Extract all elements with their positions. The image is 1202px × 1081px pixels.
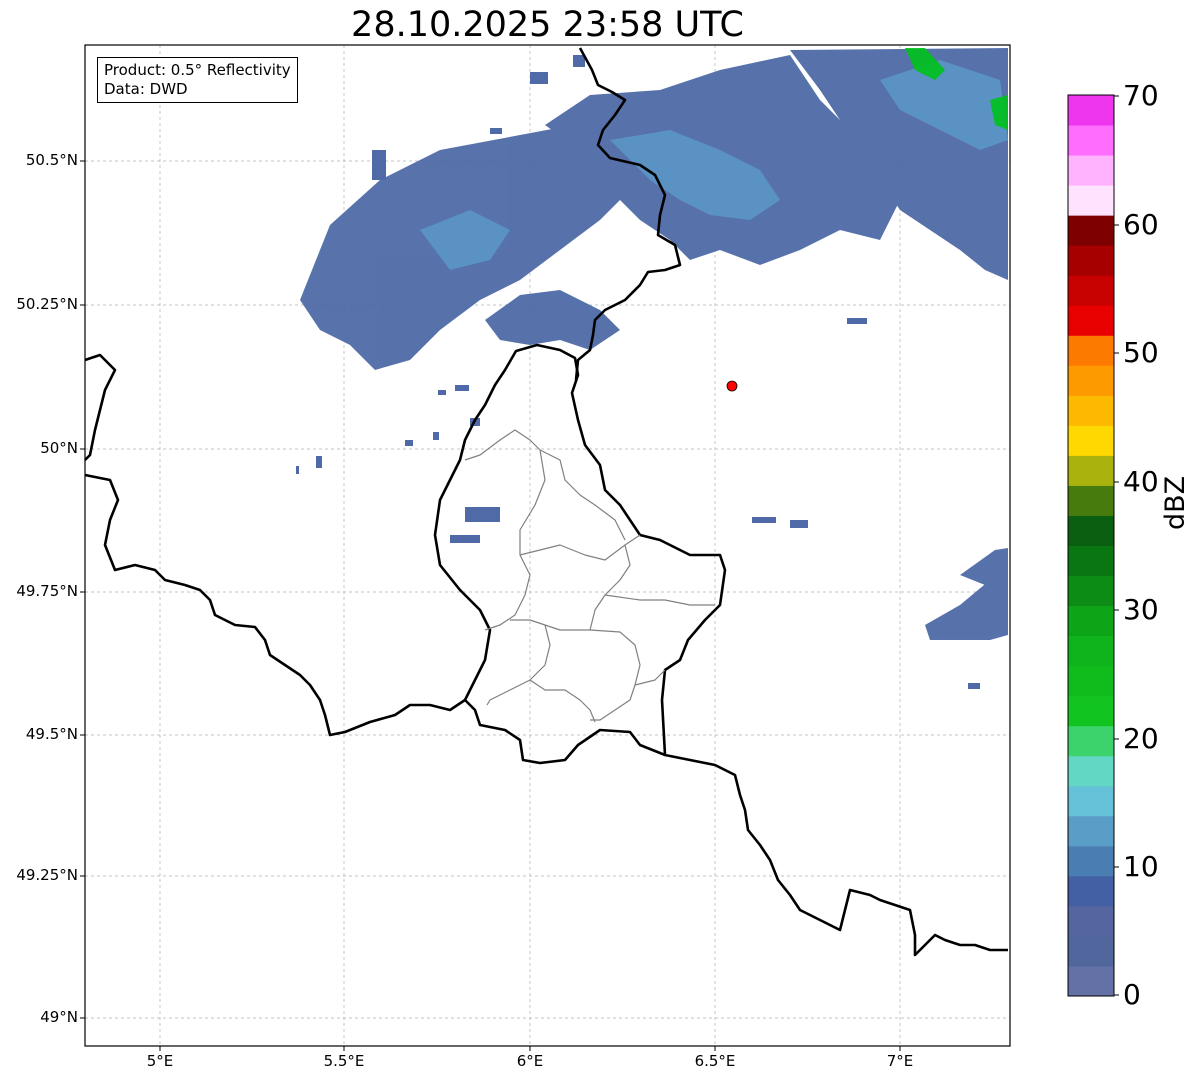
- colorbar-segment: [1068, 635, 1114, 667]
- colorbar-segment: [1068, 155, 1114, 186]
- colorbar-segment: [1068, 905, 1114, 937]
- colorbar-segment: [1068, 965, 1114, 997]
- colorbar-segment: [1068, 875, 1114, 907]
- colorbar-segment: [1068, 485, 1114, 516]
- colorbar-tick-label: 70: [1123, 79, 1159, 112]
- product-info-box: Product: 0.5° Reflectivity Data: DWD: [97, 57, 298, 103]
- colorbar-segment: [1068, 545, 1114, 577]
- radar-map: [80, 44, 1119, 1051]
- colorbar-segment: [1068, 755, 1114, 787]
- lon-label: 7°E: [886, 1052, 914, 1070]
- lat-label: 49.75°N: [16, 582, 78, 600]
- colorbar-segment: [1068, 395, 1114, 426]
- lat-label: 50.25°N: [16, 295, 78, 313]
- colorbar-segment: [1068, 425, 1114, 456]
- lat-label: 49.25°N: [16, 866, 78, 884]
- colorbar-tick-label: 40: [1123, 465, 1159, 498]
- colorbar-tick-label: 50: [1123, 336, 1159, 369]
- lat-label: 49°N: [40, 1008, 78, 1026]
- colorbar-segment: [1068, 845, 1114, 877]
- lon-label: 5°E: [146, 1052, 174, 1070]
- colorbar-segment: [1068, 305, 1114, 336]
- colorbar-segment: [1068, 215, 1114, 246]
- colorbar-segment: [1068, 935, 1114, 967]
- lon-label: 6.5°E: [694, 1052, 736, 1070]
- colorbar-segment: [1068, 515, 1114, 546]
- lat-label: 50°N: [40, 439, 78, 457]
- colorbar-segment: [1068, 725, 1114, 757]
- colorbar-tick-label: 20: [1123, 722, 1159, 755]
- colorbar-segment: [1068, 125, 1114, 156]
- colorbar-segment: [1068, 605, 1114, 637]
- colorbar-tick-label: 60: [1123, 208, 1159, 241]
- lat-label: 49.5°N: [25, 725, 78, 743]
- colorbar-segment: [1068, 695, 1114, 727]
- colorbar-segment: [1068, 815, 1114, 847]
- colorbar-segment: [1068, 95, 1114, 126]
- colorbar-segment: [1068, 275, 1114, 306]
- data-source-text: Data: DWD: [104, 80, 188, 98]
- colorbar-label: dBZ: [1160, 475, 1191, 530]
- colorbar-segment: [1068, 785, 1114, 817]
- colorbar-segment: [1068, 365, 1114, 396]
- lon-label: 5.5°E: [323, 1052, 365, 1070]
- colorbar-segment: [1068, 245, 1114, 276]
- radar-site-marker: [726, 380, 738, 392]
- colorbar-segment: [1068, 185, 1114, 216]
- colorbar-tick-label: 0: [1123, 978, 1141, 1011]
- colorbar-segment: [1068, 335, 1114, 366]
- product-text: Product: 0.5° Reflectivity: [104, 61, 291, 79]
- colorbar-segment: [1068, 665, 1114, 697]
- colorbar-segment: [1068, 455, 1114, 486]
- lon-label: 6°E: [516, 1052, 544, 1070]
- colorbar-tick-label: 10: [1123, 850, 1159, 883]
- lat-label: 50.5°N: [25, 151, 78, 169]
- colorbar-segment: [1068, 575, 1114, 607]
- colorbar: [1068, 95, 1114, 997]
- colorbar-tick-label: 30: [1123, 593, 1159, 626]
